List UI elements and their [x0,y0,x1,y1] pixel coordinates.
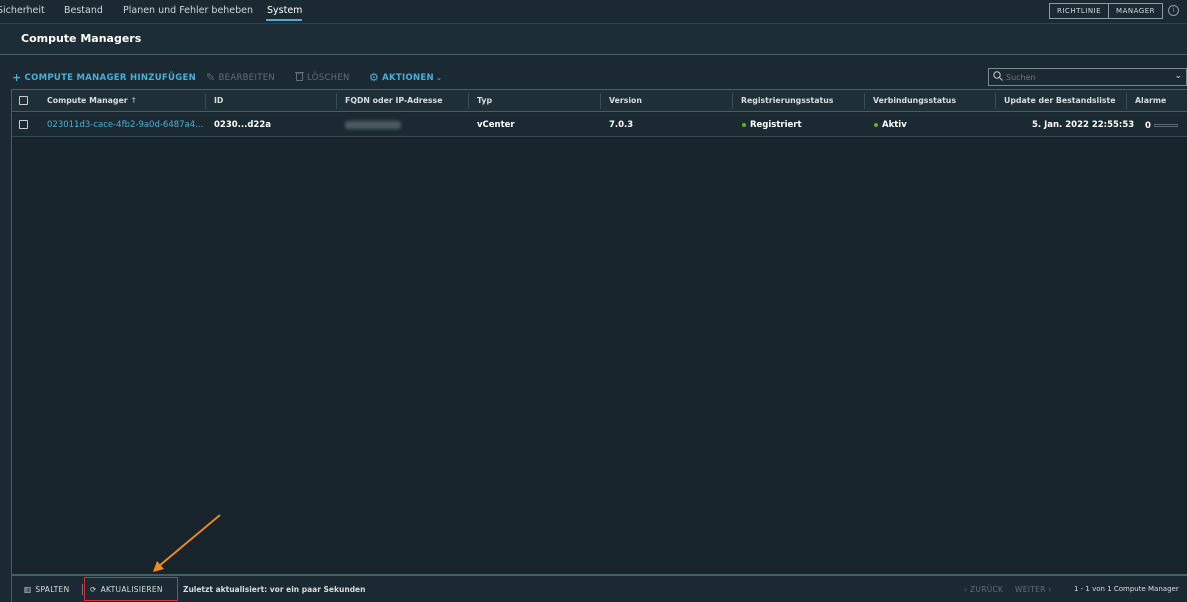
column-header-alarms[interactable]: Alarme [1135,96,1166,105]
compute-manager-name-link[interactable]: 023011d3-cace-4fb2-9a0d-6487a4... [47,120,203,130]
gear-icon: ⚙ [369,71,380,84]
actions-dropdown[interactable]: ⚙ AKTIONEN ⌄ [369,71,442,84]
toolbar: + COMPUTE MANAGER HINZUFÜGEN ✎ BEARBEITE… [0,68,1187,86]
search-icon [993,71,1003,84]
active-tab-indicator [266,19,302,21]
actions-label: AKTIONEN [382,72,434,83]
registration-status: Registriert [742,120,802,130]
policy-view-button[interactable]: RICHTLINIE [1050,4,1110,18]
inventory-update-time: 5. Jan. 2022 22:55:53 [1032,120,1135,130]
info-icon[interactable]: i [1168,5,1179,16]
column-divider[interactable] [600,93,601,109]
table-row[interactable]: 023011d3-cace-4fb2-9a0d-6487a4... 0230..… [12,113,1187,137]
column-divider[interactable] [864,93,865,109]
compute-manager-id: 0230...d22a [214,120,271,130]
pagination-count: 1 - 1 von 1 Compute Manager [1074,585,1179,593]
search-box[interactable]: ⌄ [988,68,1187,86]
column-header-id[interactable]: ID [214,96,223,105]
fqdn-redacted [345,121,401,129]
tab-sicherheit[interactable]: Sicherheit [0,5,45,16]
column-divider[interactable] [205,93,206,109]
column-divider[interactable] [732,93,733,109]
delete-label: LÖSCHEN [307,72,350,83]
previous-page-button[interactable]: ‹ ZURÜCK [964,585,1003,594]
column-header-type[interactable]: Typ [477,96,492,105]
chevron-down-icon: ⌄ [435,73,443,82]
tab-planen-und-fehler-beheben[interactable]: Planen und Fehler beheben [123,5,253,16]
column-divider[interactable] [995,93,996,109]
footer-divider [82,584,83,595]
status-ok-icon [742,122,746,127]
search-dropdown-chevron-icon[interactable]: ⌄ [1174,71,1182,81]
column-header-fqdn[interactable]: FQDN oder IP-Adresse [345,96,442,105]
edit-label: BEARBEITEN [218,72,276,83]
trash-icon [295,71,304,84]
page-title: Compute Managers [21,32,142,45]
refresh-highlight-box [84,577,178,601]
columns-toggle-button[interactable]: ▥ SPALTEN [24,585,70,594]
pencil-icon: ✎ [206,71,216,84]
last-updated-text: Zuletzt aktualisiert: vor ein paar Sekun… [183,585,366,594]
tab-bestand[interactable]: Bestand [64,5,103,16]
select-all-checkbox[interactable] [19,96,28,105]
column-header-connection-status[interactable]: Verbindungsstatus [873,96,956,105]
row-select-checkbox[interactable] [19,120,28,129]
next-page-button[interactable]: WEITER › [1015,585,1052,594]
column-header-compute-manager[interactable]: Compute Manager ↑ [47,96,137,105]
edit-button[interactable]: ✎ BEARBEITEN [206,71,275,84]
compute-managers-grid: Compute Manager ↑ ID FQDN oder IP-Adress… [11,89,1187,575]
column-divider[interactable] [1126,93,1127,109]
column-header-version[interactable]: Version [609,96,642,105]
columns-icon: ▥ [24,585,32,594]
tab-system[interactable]: System [267,5,302,16]
alarms-bar [1154,124,1178,127]
grid-footer: ▥ SPALTEN ⟳ AKTUALISIEREN Zuletzt aktualis… [11,575,1187,602]
connection-status: Aktiv [874,120,907,130]
add-compute-manager-button[interactable]: + COMPUTE MANAGER HINZUFÜGEN [12,71,196,84]
sort-asc-icon: ↑ [130,96,137,105]
view-toggle: RICHTLINIE MANAGER [1049,3,1163,19]
status-ok-icon [874,122,878,127]
search-input[interactable] [1006,70,1166,84]
alarms-count[interactable]: 0 [1145,121,1151,131]
top-navigation: Sicherheit Bestand Planen und Fehler beh… [0,0,1187,23]
add-compute-manager-label: COMPUTE MANAGER HINZUFÜGEN [24,72,197,83]
column-header-registration-status[interactable]: Registrierungsstatus [741,96,833,105]
compute-manager-type: vCenter [477,120,515,130]
column-divider[interactable] [336,93,337,109]
chevron-right-icon: › [1045,585,1052,594]
grid-header: Compute Manager ↑ ID FQDN oder IP-Adress… [12,90,1187,112]
page-header: Compute Managers [0,23,1187,55]
compute-manager-version: 7.0.3 [609,120,634,130]
column-header-inventory-update[interactable]: Update der Bestandsliste [1004,96,1116,105]
plus-icon: + [12,71,22,84]
manager-view-button[interactable]: MANAGER [1109,4,1162,18]
column-divider[interactable] [468,93,469,109]
delete-button[interactable]: LÖSCHEN [295,71,350,84]
